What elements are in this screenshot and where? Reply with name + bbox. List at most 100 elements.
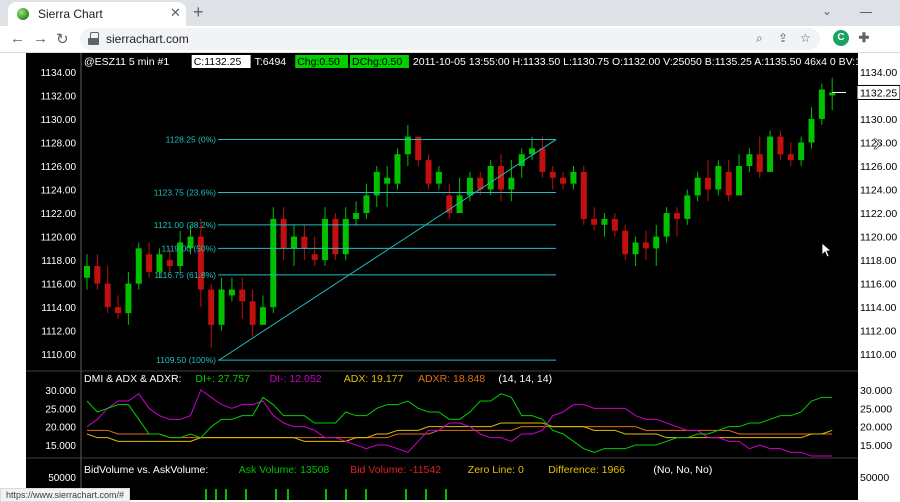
sierra-chart-favicon-icon: [17, 8, 29, 20]
price-axis-label: 1134.00: [41, 68, 77, 79]
lock-icon: [88, 32, 99, 45]
extensions-puzzle-icon[interactable]: ✚: [856, 30, 872, 46]
candle-body: [539, 148, 546, 172]
candle-body: [570, 171, 577, 184]
price-axis-label: 1114.00: [41, 303, 76, 314]
candle-body: [487, 166, 494, 190]
tab-search-icon[interactable]: ⌄: [822, 4, 832, 18]
candle-body: [508, 177, 515, 190]
adxr-label: ADXR: 18.848: [418, 373, 485, 385]
extension-c-icon[interactable]: C: [833, 30, 849, 46]
fib-level-label: 1128.25 (0%): [166, 135, 217, 145]
dmi-axis-label: 15.000: [45, 441, 76, 452]
candle-body: [415, 136, 422, 161]
candle-body: [301, 236, 308, 249]
price-axis-label: 1118.00: [41, 256, 76, 267]
price-axis-label: 1122.00: [41, 209, 77, 220]
share-icon[interactable]: ⇪: [778, 31, 788, 45]
di-plus-label: DI+: 27.757: [195, 373, 250, 385]
candle-body: [498, 166, 504, 190]
chart-canvas: @ESZ11 5 min #1 C:1132.25 T:6494 Chg:0.50 DC…: [26, 53, 858, 500]
forward-button[interactable]: →: [33, 30, 48, 47]
candle-body: [94, 266, 101, 284]
symbol-label: @ESZ11 5 min #1: [84, 56, 169, 68]
candle-body: [394, 154, 401, 184]
window-minimize-icon[interactable]: [860, 4, 872, 13]
candle-body: [218, 289, 225, 325]
candle-body: [777, 136, 784, 155]
candle-body: [208, 289, 215, 325]
candle-body: [249, 301, 256, 325]
candle-body: [580, 171, 587, 219]
candle-body: [798, 142, 805, 161]
candle-body: [373, 171, 380, 196]
dmi-axis-label: 30.000: [45, 386, 76, 397]
candle-body: [601, 218, 608, 225]
zoom-icon[interactable]: ⌕: [756, 31, 763, 46]
candle-body: [228, 289, 235, 296]
browser-tab[interactable]: Sierra Chart ✕: [8, 2, 186, 26]
fib-level-label: 1121.00 (38.2%): [154, 220, 216, 230]
candle-body: [125, 283, 132, 314]
candle-body: [684, 195, 691, 219]
candle-body: [166, 260, 173, 266]
back-button[interactable]: ←: [10, 30, 25, 47]
close-tab-icon[interactable]: ✕: [170, 5, 181, 21]
zero-line-label: Zero Line: 0: [468, 464, 524, 476]
price-axis-label: 1112.00: [41, 327, 76, 338]
candle-body: [767, 136, 774, 172]
candle-body: [342, 218, 349, 255]
difference-label: Difference: 1966: [548, 464, 625, 476]
fib-level-label: 1116.75 (61.8%): [154, 270, 216, 280]
candle-body: [311, 254, 318, 261]
address-bar[interactable]: sierrachart.com ⌕ ⇪ ☆: [80, 28, 820, 50]
tab-title: Sierra Chart: [38, 7, 103, 21]
reload-button[interactable]: ↻: [56, 30, 69, 48]
close-price-label: C:1132.25: [194, 56, 242, 68]
candle-body: [560, 177, 567, 184]
url-text: sierrachart.com: [106, 32, 189, 46]
candle-body: [663, 213, 670, 237]
price-axis-label: 1120.00: [41, 233, 77, 244]
candle-body: [725, 171, 732, 196]
tab-strip: Sierra Chart ✕ + ⌄: [0, 0, 900, 26]
candle-body: [353, 213, 360, 219]
candle-body: [694, 177, 701, 196]
price-axis-label: 1116.00: [41, 280, 76, 291]
candle-body: [270, 218, 277, 308]
candle-body: [818, 89, 825, 119]
candle-body: [653, 236, 660, 249]
candle-body: [808, 118, 815, 143]
candle-body: [259, 307, 266, 325]
candle-body: [280, 218, 287, 249]
candle-body: [673, 213, 680, 219]
dmi-title: DMI & ADX & ADXR:: [84, 373, 181, 385]
candle-body: [622, 230, 629, 255]
candle-body: [239, 289, 246, 302]
price-axis-label: 1110.00: [41, 350, 76, 361]
trading-chart[interactable]: @ESZ11 5 min #1 C:1132.25 T:6494 Chg:0.50 DC…: [26, 53, 858, 500]
candle-body: [363, 195, 370, 214]
candle-body: [104, 283, 111, 308]
di-minus-line: [86, 389, 833, 457]
candle-body: [611, 218, 618, 231]
dmi-params-label: (14, 14, 14): [498, 373, 552, 385]
candle-body: [425, 160, 432, 184]
candle-body: [705, 177, 711, 190]
candle-body: [591, 218, 598, 225]
fib-level-label: 1109.50 (100%): [156, 355, 216, 365]
candle-body: [115, 307, 122, 314]
candle-body: [291, 236, 297, 249]
candle-body: [787, 154, 794, 161]
new-tab-button[interactable]: +: [193, 2, 204, 23]
volume-axis-label: 50000: [48, 473, 76, 484]
candle-body: [715, 166, 722, 190]
price-axis-label: 1132.00: [41, 91, 77, 102]
bookmark-star-icon[interactable]: ☆: [800, 31, 811, 45]
bid-volume-label: Bid Volume: -11542: [350, 464, 441, 476]
candle-body: [642, 242, 649, 249]
di-minus-label: DI-: 12.052: [270, 373, 322, 385]
ask-volume-label: Ask Volume: 13508: [239, 464, 330, 476]
volume-params-label: (No, No, No): [653, 464, 712, 476]
daily-change-label: DChg:0.50: [352, 56, 402, 68]
